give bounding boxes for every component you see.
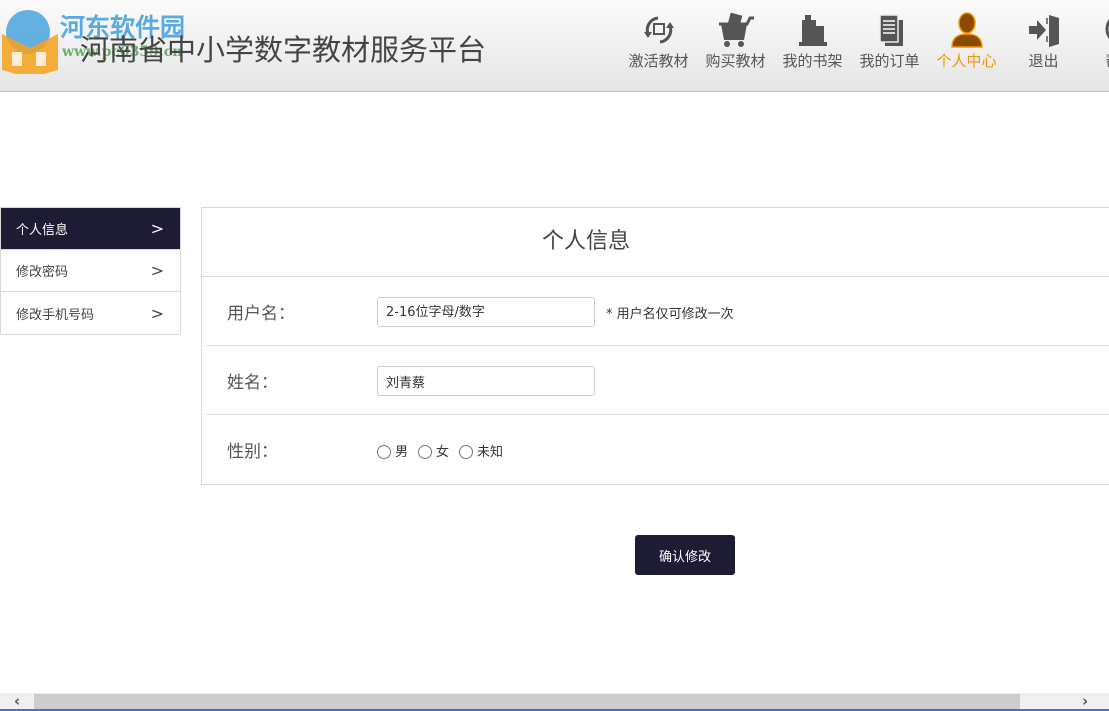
nav-activate[interactable]: 激活教材 [620,0,697,92]
orders-icon [871,12,909,48]
nav-label: 我的书架 [782,50,842,71]
username-note: * 用户名仅可修改一次 [606,303,734,322]
gender-row: 性别： 男 女 未知 [206,415,1109,484]
gender-radio-group: 男 女 未知 [377,441,513,460]
username-row: 用户名： * 用户名仅可修改一次 [206,277,1109,346]
user-icon [948,12,986,48]
scroll-right-icon[interactable]: › [1082,692,1088,710]
nav-personal-center[interactable]: 个人中心 [928,0,1005,92]
radio-label: 未知 [477,441,503,460]
nav-label: 个人中心 [936,50,996,71]
sidebar-item-change-phone[interactable]: 修改手机号码 > [1,292,180,334]
scrollbar-thumb[interactable] [34,694,1020,709]
sidebar-item-label: 修改手机号码 [16,304,94,323]
nav-orders[interactable]: 我的订单 [851,0,928,92]
panel-title: 个人信息 [202,208,1109,277]
name-row: 姓名： [206,346,1109,415]
cart-icon [717,12,755,48]
nav-label: 帮助 [1105,50,1109,71]
nav-bookshelf[interactable]: 我的书架 [774,0,851,92]
nav-logout[interactable]: 退出 [1005,0,1082,92]
sidebar: 个人信息 > 修改密码 > 修改手机号码 > [0,207,181,335]
gender-radio-unknown[interactable]: 未知 [459,441,503,460]
help-icon [1102,12,1109,48]
username-label: 用户名： [227,299,295,324]
scroll-left-icon[interactable]: ‹ [14,692,20,710]
gender-radio-female[interactable]: 女 [418,441,449,460]
chevron-right-icon: > [151,219,164,238]
radio-label: 女 [436,441,449,460]
activate-icon [640,12,678,48]
radio-circle[interactable] [377,445,391,459]
radio-circle[interactable] [418,445,432,459]
nav-label: 激活教材 [628,50,688,71]
sidebar-item-change-password[interactable]: 修改密码 > [1,250,180,292]
name-input[interactable] [377,366,595,396]
horizontal-scrollbar[interactable]: ‹ › [0,693,1109,711]
app-header: 河东软件园 www.pc0359.cn 河南省中小学数字教材服务平台 激活教材 … [0,0,1109,92]
sidebar-item-personal-info[interactable]: 个人信息 > [1,208,180,250]
confirm-button[interactable]: 确认修改 [635,535,735,575]
sidebar-item-label: 个人信息 [16,219,68,238]
name-label: 姓名： [227,368,278,393]
top-nav: 激活教材 购买教材 我的书架 我的订单 个人中心 退出 帮助 [620,0,1109,92]
chevron-right-icon: > [151,261,164,280]
nav-help[interactable]: 帮助 [1082,0,1109,92]
bookshelf-icon [794,12,832,48]
username-input[interactable] [377,297,595,327]
chevron-right-icon: > [151,304,164,323]
logout-icon [1025,12,1063,48]
gender-radio-male[interactable]: 男 [377,441,408,460]
nav-label: 我的订单 [859,50,919,71]
personal-info-panel: 个人信息 用户名： * 用户名仅可修改一次 姓名： 性别： 男 女 未知 [201,207,1109,485]
app-title: 河南省中小学数字教材服务平台 [80,27,486,69]
nav-label: 购买教材 [705,50,765,71]
radio-circle[interactable] [459,445,473,459]
nav-label: 退出 [1028,50,1058,71]
gender-label: 性别： [227,437,278,462]
logo-icon [0,8,60,74]
sidebar-item-label: 修改密码 [16,261,68,280]
radio-label: 男 [395,441,408,460]
nav-buy[interactable]: 购买教材 [697,0,774,92]
